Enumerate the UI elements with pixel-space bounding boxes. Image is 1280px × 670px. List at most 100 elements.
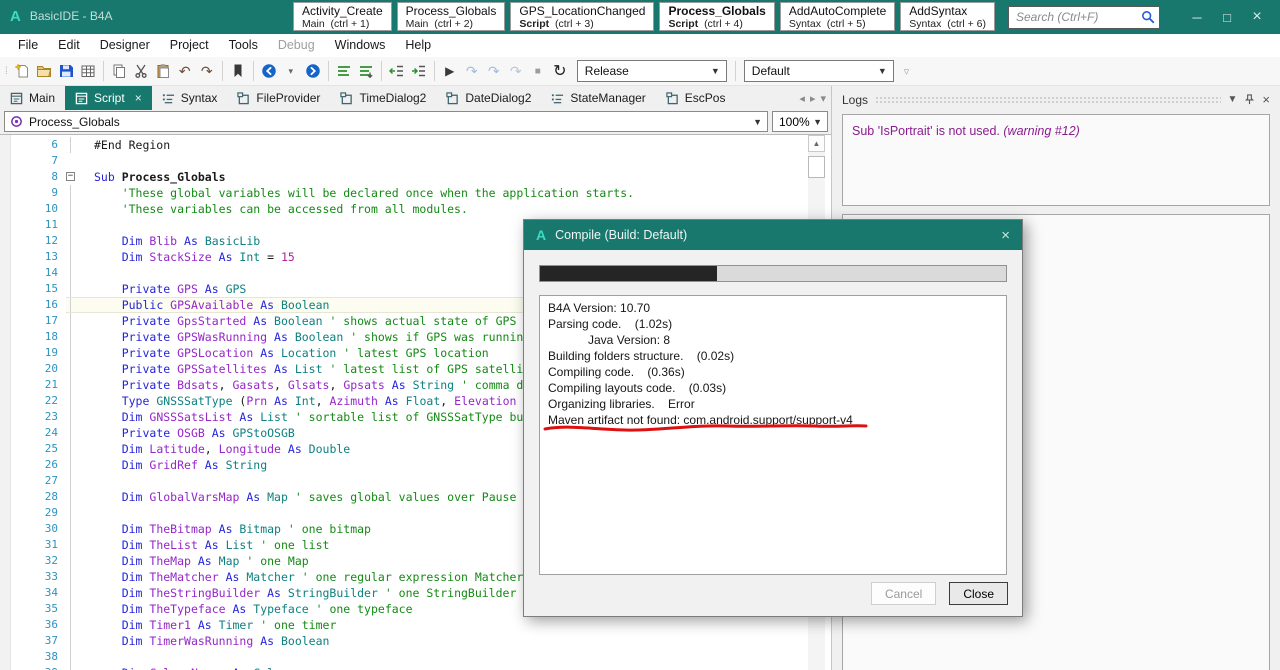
minimize-icon[interactable]: ─ [1182,2,1212,32]
tab-list-icon[interactable]: ▾ [820,92,826,105]
cut-icon[interactable] [130,60,152,82]
maximize-icon[interactable]: □ [1212,2,1242,32]
comment-icon[interactable] [333,60,355,82]
line-number: 35 [12,601,66,617]
paste-icon[interactable] [152,60,174,82]
panel-close-icon[interactable]: × [1262,92,1270,107]
toolbar-overflow-icon[interactable]: ▿ [904,65,910,78]
indent-icon[interactable] [408,60,430,82]
menu-windows[interactable]: Windows [325,34,396,57]
menu-help[interactable]: Help [395,34,441,57]
toolbar-drag-handle[interactable]: ⁞ [5,66,7,77]
redo-icon[interactable]: ↷ [196,60,218,82]
code-text [82,473,122,489]
quick-tab-process_globals[interactable]: Process_GlobalsScript (ctrl + 4) [659,2,774,31]
menu-tools[interactable]: Tools [219,34,268,57]
open-folder-icon[interactable] [33,60,55,82]
tab-syntax[interactable]: Syntax [152,86,228,110]
export-table-icon[interactable] [77,60,99,82]
scroll-up-icon[interactable]: ▲ [808,135,825,152]
line-number: 37 [12,633,66,649]
module-selector-row: Process_Globals ▼ 100% ▼ [0,110,831,134]
app-title: BasicIDE - B4A [30,9,113,23]
zoom-value: 100% [779,115,810,129]
menu-file[interactable]: File [8,34,48,57]
build-config-select[interactable]: Default ▼ [744,60,894,82]
tab-label: FileProvider [256,91,320,105]
quick-tab-activity_create[interactable]: Activity_CreateMain (ctrl + 1) [293,2,392,31]
cancel-button[interactable]: Cancel [871,582,936,605]
sub-selector[interactable]: Process_Globals ▼ [4,111,768,132]
pin-icon[interactable] [1244,94,1255,105]
line-number: 14 [12,265,66,281]
tab-escpos[interactable]: EscPos [656,86,736,110]
fold-guide [66,553,82,569]
zoom-selector[interactable]: 100% ▼ [772,111,828,132]
tab-datedialog2[interactable]: DateDialog2 [436,86,541,110]
line-number: 30 [12,521,66,537]
step-out-icon[interactable]: ↷ [505,60,527,82]
quick-tab-addautocomplete[interactable]: AddAutoCompleteSyntax (ctrl + 5) [780,2,895,31]
outdent-icon[interactable] [386,60,408,82]
dialog-close-icon[interactable]: × [1001,227,1010,244]
release-mode-select[interactable]: Release ▼ [577,60,727,82]
search-input[interactable] [1016,10,1141,24]
fold-guide [66,457,82,473]
stop-icon[interactable]: ■ [527,60,549,82]
nav-back-caret-icon[interactable]: ▾ [280,60,302,82]
rebuild-icon[interactable]: ↻ [549,60,571,82]
quick-tab-gps_locationchanged[interactable]: GPS_LocationChangedScript (ctrl + 3) [510,2,654,31]
menu-debug[interactable]: Debug [268,34,325,57]
tab-scroll-right-icon[interactable]: ▸ [810,92,816,105]
tab-script[interactable]: Script × [65,86,152,110]
fold-guide [66,473,82,489]
code-text: Private GpsStarted As Boolean ' shows ac… [82,313,516,329]
code-text [82,265,122,281]
search-icon[interactable] [1141,10,1155,24]
search-box[interactable] [1008,6,1160,29]
bookmark-icon[interactable] [227,60,249,82]
new-file-icon[interactable] [11,60,33,82]
step-into-icon[interactable]: ↷ [461,60,483,82]
panel-menu-icon[interactable]: ▼ [1228,94,1238,105]
code-text [82,649,122,665]
fold-collapse-icon[interactable]: − [66,169,82,185]
code-line-6: 6#End Region [12,137,801,153]
scrollbar-thumb[interactable] [808,156,825,178]
code-text [82,217,122,233]
nav-forward-icon[interactable] [302,60,324,82]
tab-label: DateDialog2 [465,91,531,105]
tab-timedialog2[interactable]: TimeDialog2 [330,86,436,110]
quick-tab-addsyntax[interactable]: AddSyntaxSyntax (ctrl + 6) [900,2,995,31]
tab-close-icon[interactable]: × [135,91,142,105]
tab-label: Script [94,91,125,105]
tab-label: Syntax [181,91,218,105]
logs-panel-header[interactable]: Logs ▼ × [842,89,1270,110]
tab-main[interactable]: Main [0,86,65,110]
fold-guide [66,233,82,249]
close-icon[interactable]: × [1242,2,1272,32]
menu-project[interactable]: Project [160,34,219,57]
fold-guide [66,441,82,457]
menu-designer[interactable]: Designer [90,34,160,57]
line-number: 16 [12,297,66,313]
compile-log[interactable]: B4A Version: 10.70Parsing code. (1.02s) … [539,295,1007,575]
copy-icon[interactable] [108,60,130,82]
close-button[interactable]: Close [949,582,1008,605]
save-icon[interactable] [55,60,77,82]
nav-back-icon[interactable] [258,60,280,82]
uncomment-icon[interactable] [355,60,377,82]
logs-output[interactable]: Sub 'IsPortrait' is not used. (warning #… [842,114,1270,206]
step-over-icon[interactable]: ↷ [483,60,505,82]
tab-fileprovider[interactable]: FileProvider [227,86,330,110]
fold-guide [66,649,82,665]
code-text: Public GPSAvailable As Boolean [82,298,329,312]
undo-icon[interactable]: ↶ [174,60,196,82]
line-number: 25 [12,441,66,457]
compile-dialog-titlebar[interactable]: A Compile (Build: Default) × [524,220,1022,250]
menu-edit[interactable]: Edit [48,34,90,57]
tab-statemanager[interactable]: StateManager [541,86,655,110]
tab-scroll-left-icon[interactable]: ◂ [799,92,805,105]
quick-tab-process_globals[interactable]: Process_GlobalsMain (ctrl + 2) [397,2,506,31]
run-icon[interactable]: ▶ [439,60,461,82]
